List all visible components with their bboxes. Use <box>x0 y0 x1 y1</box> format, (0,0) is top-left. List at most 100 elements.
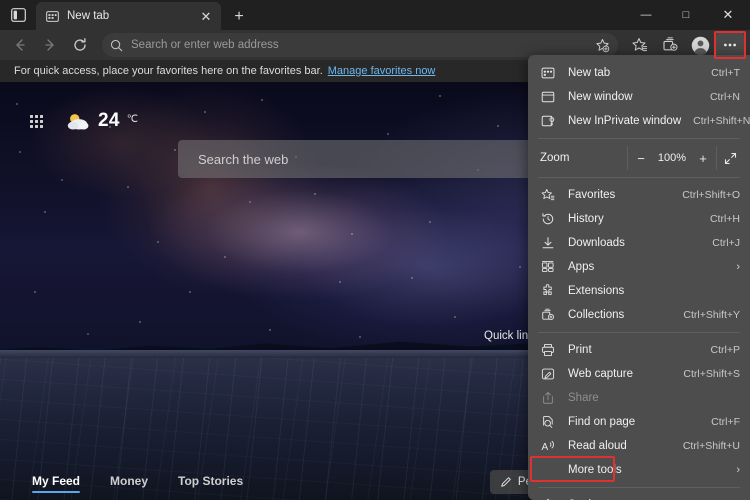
partly-cloudy-icon <box>65 112 91 131</box>
menu-label: Collections <box>568 309 671 321</box>
menu-accelerator: Ctrl+T <box>711 67 740 79</box>
menu-label: New InPrivate window <box>568 115 681 127</box>
menu-label: Print <box>568 344 699 356</box>
menu-item-read-aloud[interactable]: A Read aloud Ctrl+Shift+U <box>528 434 750 458</box>
history-icon <box>540 211 556 227</box>
feed-tab-money[interactable]: Money <box>110 474 148 492</box>
menu-label: Apps <box>568 261 724 273</box>
menu-accelerator: Ctrl+F <box>711 416 740 428</box>
browser-window: New tab ✕ + — □ ✕ Search or enter web ad… <box>0 0 750 500</box>
weather-temperature: 24 <box>98 110 120 132</box>
chevron-right-icon: › <box>736 261 740 273</box>
zoom-out-button[interactable]: − <box>628 146 654 170</box>
menu-label: More tools <box>568 464 724 476</box>
extensions-icon <box>540 283 556 299</box>
menu-accelerator: Ctrl+Shift+U <box>683 440 740 452</box>
weather-readout[interactable]: 24 ℃ <box>65 110 138 132</box>
menu-item-favorites[interactable]: Favorites Ctrl+Shift+O <box>528 183 750 207</box>
menu-item-new-window[interactable]: New window Ctrl+N <box>528 85 750 109</box>
menu-accelerator: Ctrl+Shift+Y <box>683 309 740 321</box>
weather-widget[interactable]: 24 ℃ <box>30 110 138 132</box>
print-icon <box>540 342 556 358</box>
menu-item-new-inprivate-window[interactable]: New InPrivate window Ctrl+Shift+N <box>528 109 750 133</box>
menu-label: Favorites <box>568 189 670 201</box>
new-tab-button[interactable]: + <box>225 4 253 30</box>
zoom-label: Zoom <box>540 152 627 164</box>
address-bar[interactable]: Search or enter web address <box>102 33 618 57</box>
apps-grid-icon[interactable] <box>30 115 43 128</box>
collections-icon <box>540 307 556 323</box>
tab-close-icon[interactable]: ✕ <box>197 7 215 25</box>
menu-item-apps[interactable]: Apps › <box>528 255 750 279</box>
menu-accelerator: Ctrl+Shift+S <box>683 368 740 380</box>
menu-accelerator: Ctrl+H <box>710 213 740 225</box>
menu-item-extensions[interactable]: Extensions <box>528 279 750 303</box>
menu-label: Downloads <box>568 237 700 249</box>
zoom-controls: − 100% + <box>627 146 716 170</box>
feed-tab-my-feed[interactable]: My Feed <box>32 474 80 492</box>
menu-item-new-tab[interactable]: New tab Ctrl+T <box>528 61 750 85</box>
minimize-button[interactable]: — <box>626 0 666 30</box>
web-capture-icon <box>540 366 556 382</box>
add-favorite-icon[interactable] <box>595 38 610 53</box>
zoom-value: 100% <box>654 152 690 164</box>
search-icon <box>110 39 123 52</box>
menu-item-collections[interactable]: Collections Ctrl+Shift+Y <box>528 303 750 327</box>
fullscreen-icon[interactable] <box>716 146 744 170</box>
menu-item-find-on-page[interactable]: Find on page Ctrl+F <box>528 410 750 434</box>
share-icon <box>540 390 556 406</box>
menu-accelerator: Ctrl+J <box>712 237 740 249</box>
menu-item-downloads[interactable]: Downloads Ctrl+J <box>528 231 750 255</box>
menu-label: New window <box>568 91 698 103</box>
inprivate-window-icon <box>540 113 556 129</box>
close-window-button[interactable]: ✕ <box>706 0 750 30</box>
chevron-right-icon: › <box>736 464 740 476</box>
menu-item-print[interactable]: Print Ctrl+P <box>528 338 750 362</box>
menu-zoom-row: Zoom − 100% + <box>528 144 750 172</box>
favorites-bar-message: For quick access, place your favorites h… <box>14 65 323 77</box>
tab-new-tab[interactable]: New tab ✕ <box>36 2 221 30</box>
menu-label: Read aloud <box>568 440 671 452</box>
tab-bar: New tab ✕ + — □ ✕ <box>0 0 750 30</box>
feed-tab-top-stories[interactable]: Top Stories <box>178 474 243 492</box>
pencil-icon <box>500 476 512 488</box>
menu-accelerator: Ctrl+Shift+O <box>682 189 740 201</box>
search-the-web-placeholder[interactable]: Search the web <box>198 152 288 167</box>
browser-settings-menu: New tab Ctrl+T New window Ctrl+N New InP… <box>528 55 750 500</box>
menu-item-more-tools[interactable]: More tools › <box>528 458 750 482</box>
maximize-button[interactable]: □ <box>666 0 706 30</box>
svg-text:A: A <box>542 442 549 453</box>
menu-label: New tab <box>568 67 699 79</box>
new-tab-icon <box>540 65 556 81</box>
menu-item-settings[interactable]: Settings <box>528 493 750 500</box>
forward-icon[interactable] <box>36 32 64 58</box>
menu-separator <box>538 138 740 139</box>
menu-label: History <box>568 213 698 225</box>
favorites-icon <box>540 187 556 203</box>
new-window-icon <box>540 89 556 105</box>
menu-separator <box>538 177 740 178</box>
more-tools-icon <box>540 462 556 478</box>
menu-label: Web capture <box>568 368 671 380</box>
menu-label: Find on page <box>568 416 699 428</box>
address-input-placeholder[interactable]: Search or enter web address <box>131 39 587 51</box>
apps-icon <box>540 259 556 275</box>
menu-label: Extensions <box>568 285 728 297</box>
find-icon <box>540 414 556 430</box>
window-controls: — □ ✕ <box>626 0 750 30</box>
tab-actions-sidebar-icon[interactable] <box>0 0 36 30</box>
menu-item-share: Share <box>528 386 750 410</box>
menu-label: Share <box>568 392 728 404</box>
tab-title: New tab <box>67 10 189 22</box>
menu-item-history[interactable]: History Ctrl+H <box>528 207 750 231</box>
back-icon[interactable] <box>6 32 34 58</box>
weather-unit: ℃ <box>127 114 138 125</box>
zoom-in-button[interactable]: + <box>690 146 716 170</box>
menu-accelerator: Ctrl+P <box>711 344 740 356</box>
read-aloud-icon: A <box>540 438 556 454</box>
refresh-icon[interactable] <box>66 32 94 58</box>
new-tab-page-icon <box>46 10 59 23</box>
menu-item-web-capture[interactable]: Web capture Ctrl+Shift+S <box>528 362 750 386</box>
menu-separator <box>538 332 740 333</box>
manage-favorites-link[interactable]: Manage favorites now <box>328 65 436 77</box>
